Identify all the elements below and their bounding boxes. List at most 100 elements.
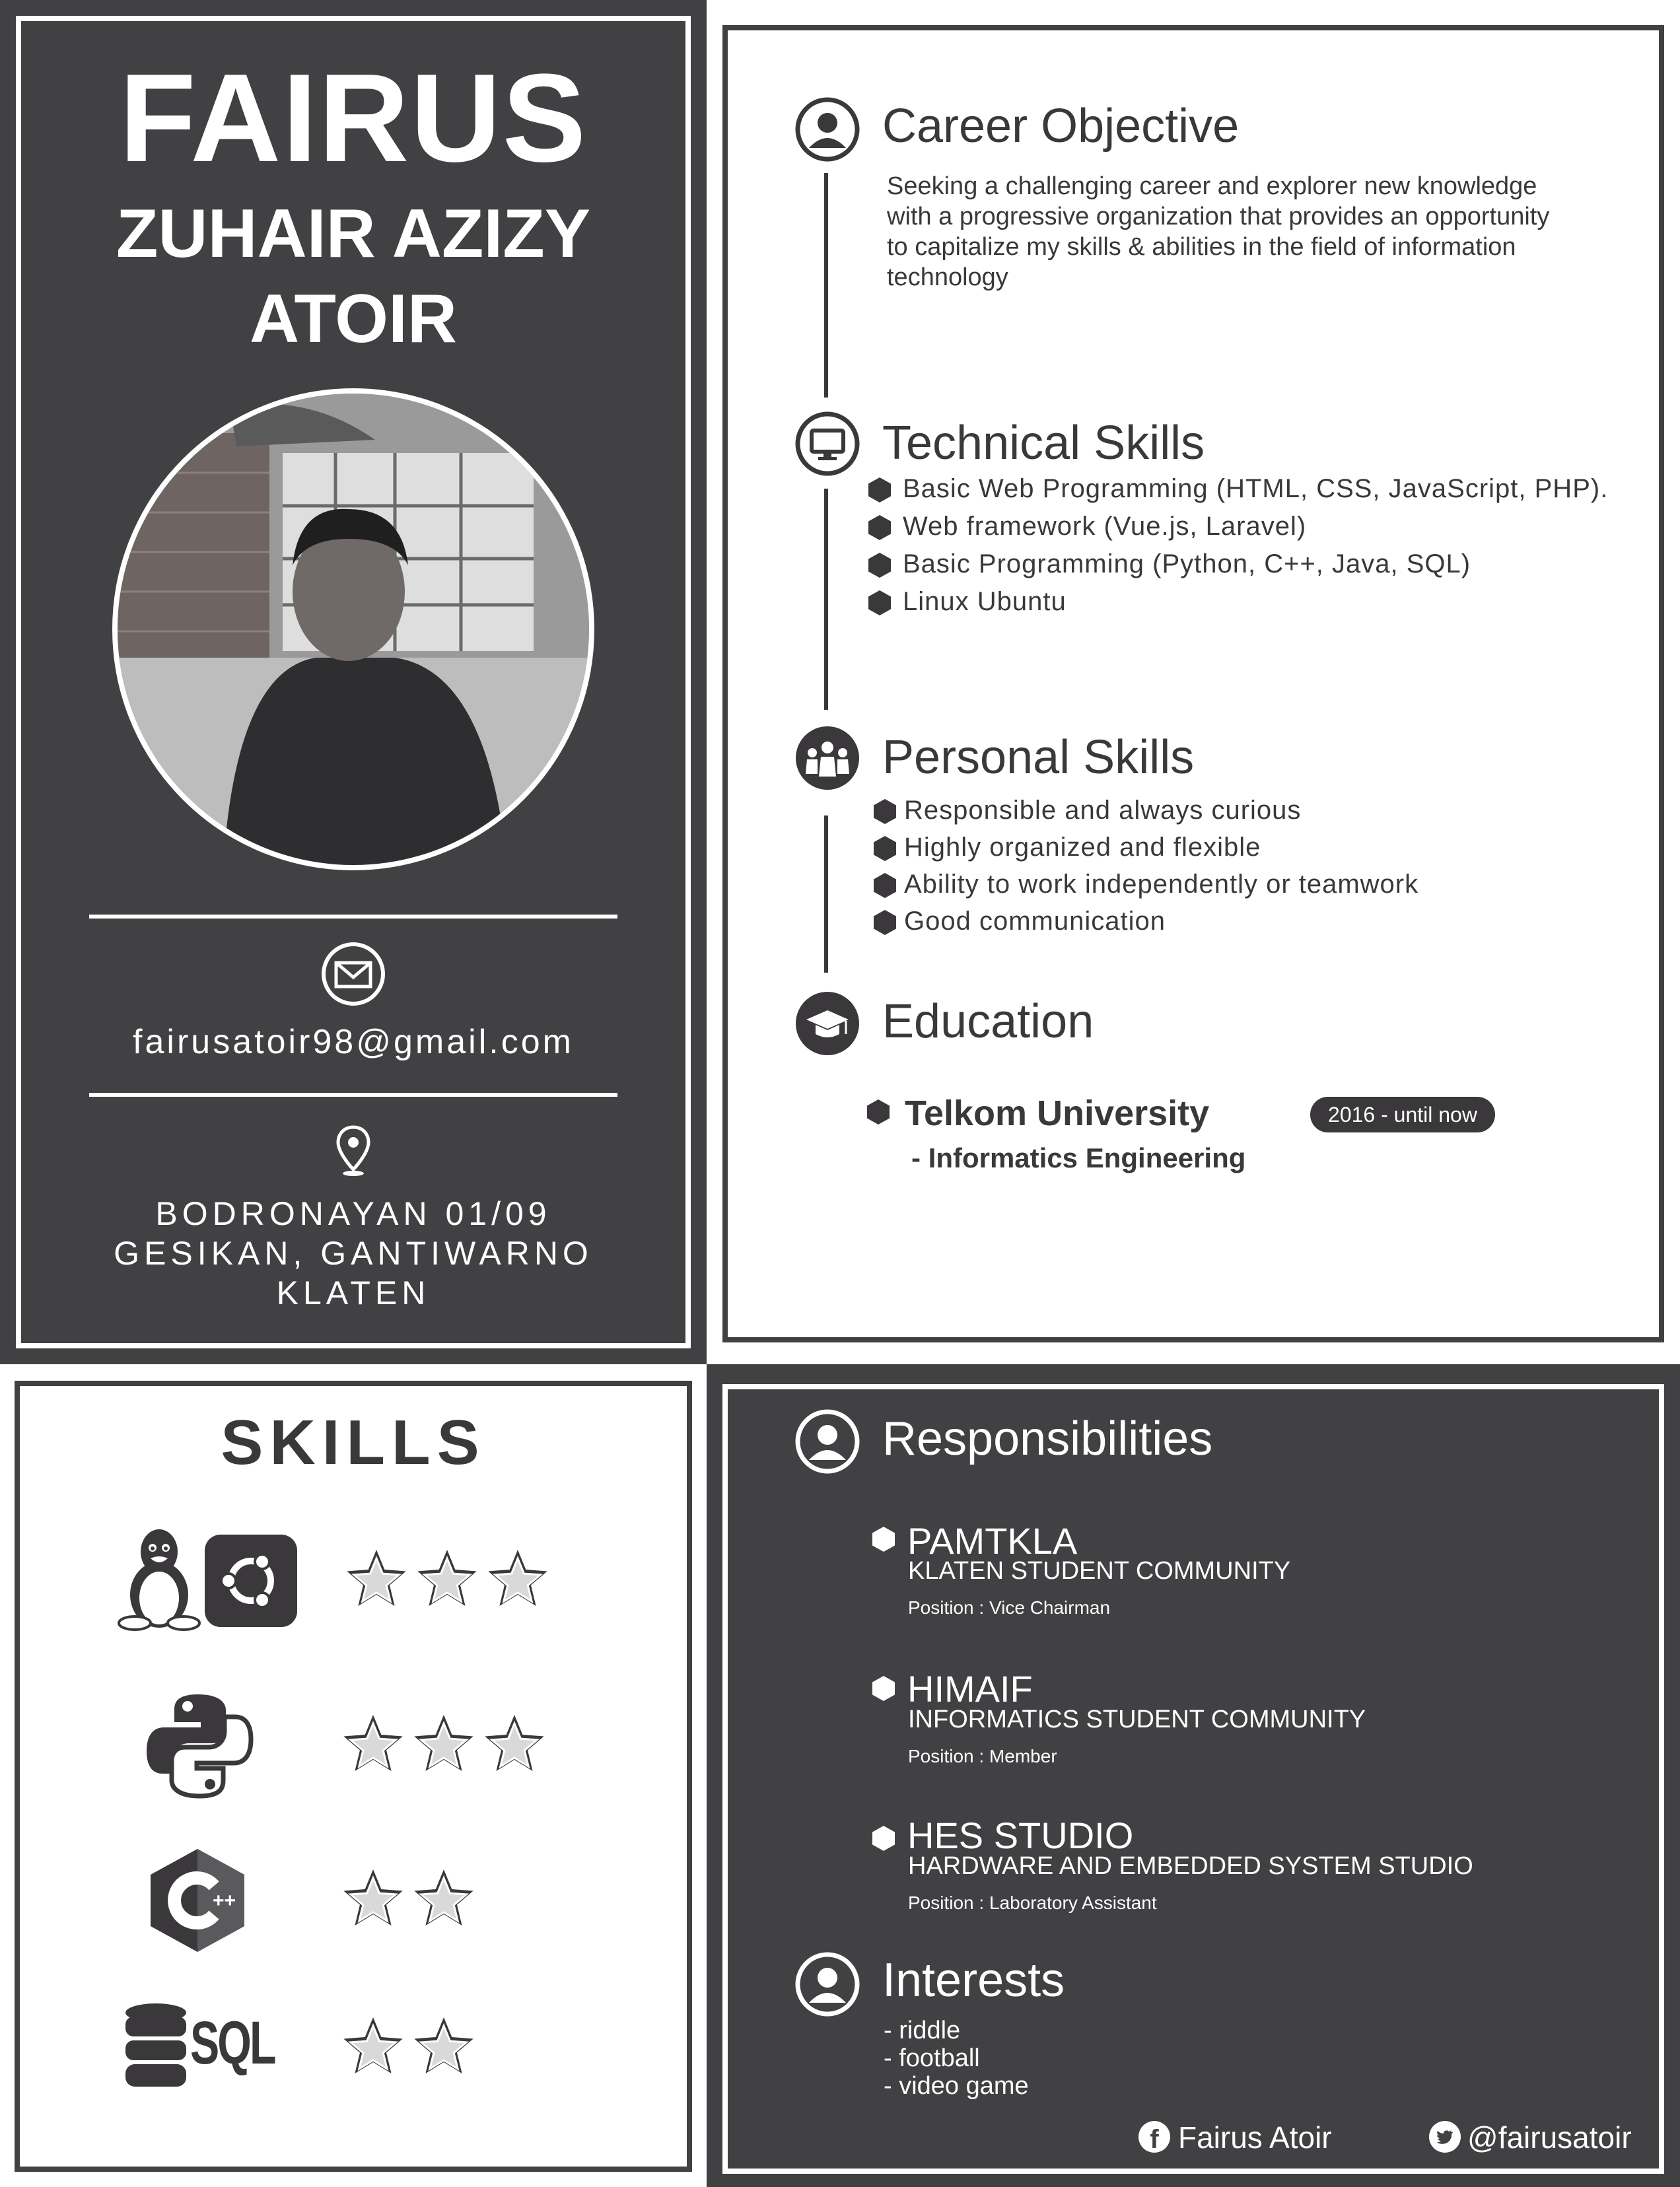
svg-text:++: ++ [213, 1890, 236, 1912]
career-objective-title: Career Objective [882, 100, 1240, 153]
skill-text: Web framework (Vue.js, Laravel) [903, 512, 1307, 541]
technical-skills-list: Basic Web Programming (HTML, CSS, JavaSc… [868, 470, 1608, 621]
org-position: Position : Vice Chairman [908, 1597, 1111, 1618]
org-position: Position : Laboratory Assistant [908, 1892, 1157, 1913]
linux-tux-icon [118, 1529, 201, 1631]
last-name: ZUHAIR AZIZY ATOIR [0, 191, 707, 362]
org-name: PAMTKLA [907, 1520, 1078, 1562]
hexagon-bullet-icon [874, 910, 896, 935]
org-name: HES STUDIO [907, 1815, 1134, 1856]
org-subtitle: HARDWARE AND EMBEDDED SYSTEM STUDIO [908, 1852, 1473, 1880]
list-item: Highly organized and flexible [874, 829, 1418, 866]
user-icon [795, 97, 860, 162]
school-name: Telkom University [905, 1094, 1210, 1133]
star-icon-fill [419, 1875, 469, 1924]
objective-line: Seeking a challenging career and explore… [887, 172, 1537, 200]
first-name: FAIRUS [119, 48, 588, 188]
list-item: Ability to work independently or teamwor… [874, 866, 1418, 903]
list-item: Good communication [874, 903, 1418, 940]
objective-line: technology [887, 263, 1008, 291]
address-line: BODRONAYAN 01/09 [155, 1195, 551, 1232]
name-line-2: ZUHAIR AZIZY [116, 195, 591, 272]
star-rating [343, 1546, 561, 1613]
database-icon [125, 2003, 186, 2087]
cpp-icon: ++ [151, 1849, 244, 1952]
major-text: - Informatics Engineering [911, 1142, 1246, 1173]
monitor-icon [795, 411, 860, 476]
ubuntu-icon [205, 1535, 297, 1627]
skill-text: Basic Programming (Python, C++, Java, SQ… [903, 549, 1471, 578]
list-item: Responsible and always curious [874, 792, 1418, 829]
name-line-3: ATOIR [250, 280, 457, 357]
interest-item: - video game [884, 2072, 1029, 2100]
profile-photo [112, 388, 594, 870]
location-pin-icon [336, 1125, 370, 1176]
org-subtitle: KLATEN STUDENT COMMUNITY [908, 1557, 1291, 1585]
twitter-handle[interactable]: @fairusatoir [1467, 2120, 1632, 2155]
star-rating [340, 1712, 558, 1778]
star-rating [340, 1866, 558, 1932]
skill-text: Ability to work independently or teamwor… [904, 870, 1419, 899]
period-badge: 2016 - until now [1310, 1097, 1495, 1132]
address-line: KLATEN [276, 1274, 431, 1311]
responsibilities-title: Responsibilities [882, 1412, 1213, 1465]
interest-item: - riddle [884, 2017, 961, 2044]
skill-text: Basic Web Programming (HTML, CSS, JavaSc… [903, 474, 1609, 503]
skill-text: Good communication [904, 907, 1166, 936]
team-icon [796, 726, 859, 790]
photo-illustration [118, 394, 589, 865]
address-text: BODRONAYAN 01/09 GESIKAN, GANTIWARNO KLA… [0, 1194, 707, 1313]
list-item: Web framework (Vue.js, Laravel) [868, 508, 1608, 545]
hexagon-bullet-icon [874, 799, 896, 824]
email-text: fairusatoir98@gmail.com [133, 1023, 574, 1061]
list-item: Basic Web Programming (HTML, CSS, JavaSc… [868, 470, 1608, 508]
hexagon-bullet-icon [874, 873, 896, 898]
address-line: GESIKAN, GANTIWARNO [114, 1235, 593, 1272]
star-icon-fill [419, 2023, 469, 2071]
profile-panel: FAIRUS ZUHAIR AZIZY ATOIR fairusatoir98@… [0, 0, 707, 1364]
responsibilities-frame [722, 1384, 1664, 2174]
user-icon [795, 1952, 860, 2017]
list-item: Linux Ubuntu [868, 583, 1608, 621]
timeline-line [824, 816, 828, 973]
star-icon-fill [493, 1556, 543, 1604]
timeline-line [824, 489, 828, 710]
list-item: Basic Programming (Python, C++, Java, SQ… [868, 545, 1608, 583]
responsibilities-panel [707, 1364, 1680, 2187]
skills-title: SKILLS [221, 1407, 486, 1478]
star-icon-fill [422, 1556, 472, 1604]
star-icon-fill [489, 1721, 540, 1769]
skill-text: Linux Ubuntu [903, 587, 1067, 616]
star-icon-fill [419, 1721, 469, 1769]
interests-list: - riddle - football - video game [884, 2017, 1029, 2100]
skill-text: Responsible and always curious [904, 796, 1302, 825]
career-objective-text: Seeking a challenging career and explore… [887, 171, 1549, 293]
hexagon-bullet-icon [868, 515, 891, 540]
user-icon [795, 1409, 860, 1474]
facebook-icon[interactable]: f [1138, 2121, 1170, 2154]
star-rating [340, 2014, 558, 2080]
timeline-line [824, 173, 828, 398]
envelope-icon [322, 942, 385, 1006]
interest-item: - football [884, 2044, 980, 2072]
facebook-link[interactable]: Fairus Atoir [1178, 2120, 1332, 2155]
objective-line: with a progressive organization that pro… [887, 203, 1550, 230]
technical-skills-title: Technical Skills [882, 417, 1205, 469]
twitter-icon[interactable] [1429, 2121, 1461, 2153]
hexagon-bullet-icon [868, 553, 891, 578]
hexagon-bullet-icon [868, 590, 891, 615]
org-position: Position : Member [908, 1746, 1057, 1766]
skill-text: Highly organized and flexible [904, 833, 1261, 862]
personal-skills-list: Responsible and always curious Highly or… [874, 792, 1418, 940]
python-icon [147, 1694, 254, 1799]
hexagon-bullet-icon [874, 836, 896, 861]
education-title: Education [882, 995, 1094, 1048]
org-name: HIMAIF [907, 1668, 1033, 1710]
divider-bottom [89, 1093, 617, 1097]
org-subtitle: INFORMATICS STUDENT COMMUNITY [908, 1706, 1366, 1733]
hexagon-bullet-icon [868, 477, 891, 503]
personal-skills-title: Personal Skills [882, 731, 1195, 784]
star-icon-fill [348, 1875, 398, 1924]
star-icon-fill [348, 2023, 398, 2071]
objective-line: to capitalize my skills & abilities in t… [887, 233, 1516, 261]
